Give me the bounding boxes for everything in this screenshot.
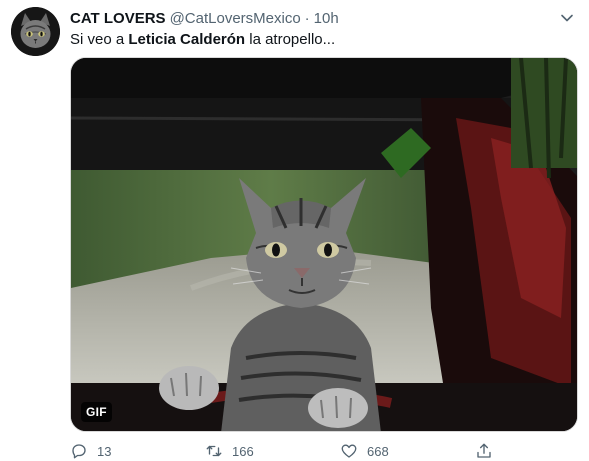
chevron-down-icon[interactable] xyxy=(559,10,575,26)
share-button[interactable] xyxy=(475,442,502,460)
tweet-text-bold: Leticia Calderón xyxy=(128,31,246,48)
like-count: 668 xyxy=(367,443,389,459)
tweet-text: Si veo a Leticia Calderón la atropello..… xyxy=(70,31,335,48)
tweet-text-start: Si veo a xyxy=(70,31,129,48)
author-name[interactable]: CAT LOVERS xyxy=(70,10,166,27)
reply-icon xyxy=(72,444,86,459)
separator: · xyxy=(304,9,310,27)
like-button[interactable]: 668 xyxy=(340,442,389,460)
author-handle[interactable]: @CatLoversMexico xyxy=(170,10,301,27)
tweet-header: CAT LOVERS @CatLoversMexico · 10h xyxy=(70,8,575,28)
reply-button[interactable]: 13 xyxy=(70,442,111,460)
avatar[interactable] xyxy=(11,7,60,56)
tweet-actions: 13 166 668 xyxy=(70,441,500,461)
heart-icon xyxy=(341,444,357,458)
share-icon xyxy=(477,443,491,458)
retweet-icon xyxy=(206,445,222,457)
retweet-count: 166 xyxy=(232,443,254,459)
retweet-button[interactable]: 166 xyxy=(205,442,254,460)
reply-count: 13 xyxy=(97,443,112,459)
tweet-text-end: la atropello... xyxy=(245,31,336,48)
cat-in-car-image xyxy=(71,58,577,431)
gif-media[interactable]: GIF xyxy=(70,57,578,432)
timestamp[interactable]: 10h xyxy=(314,10,339,27)
gif-badge: GIF xyxy=(81,402,112,422)
